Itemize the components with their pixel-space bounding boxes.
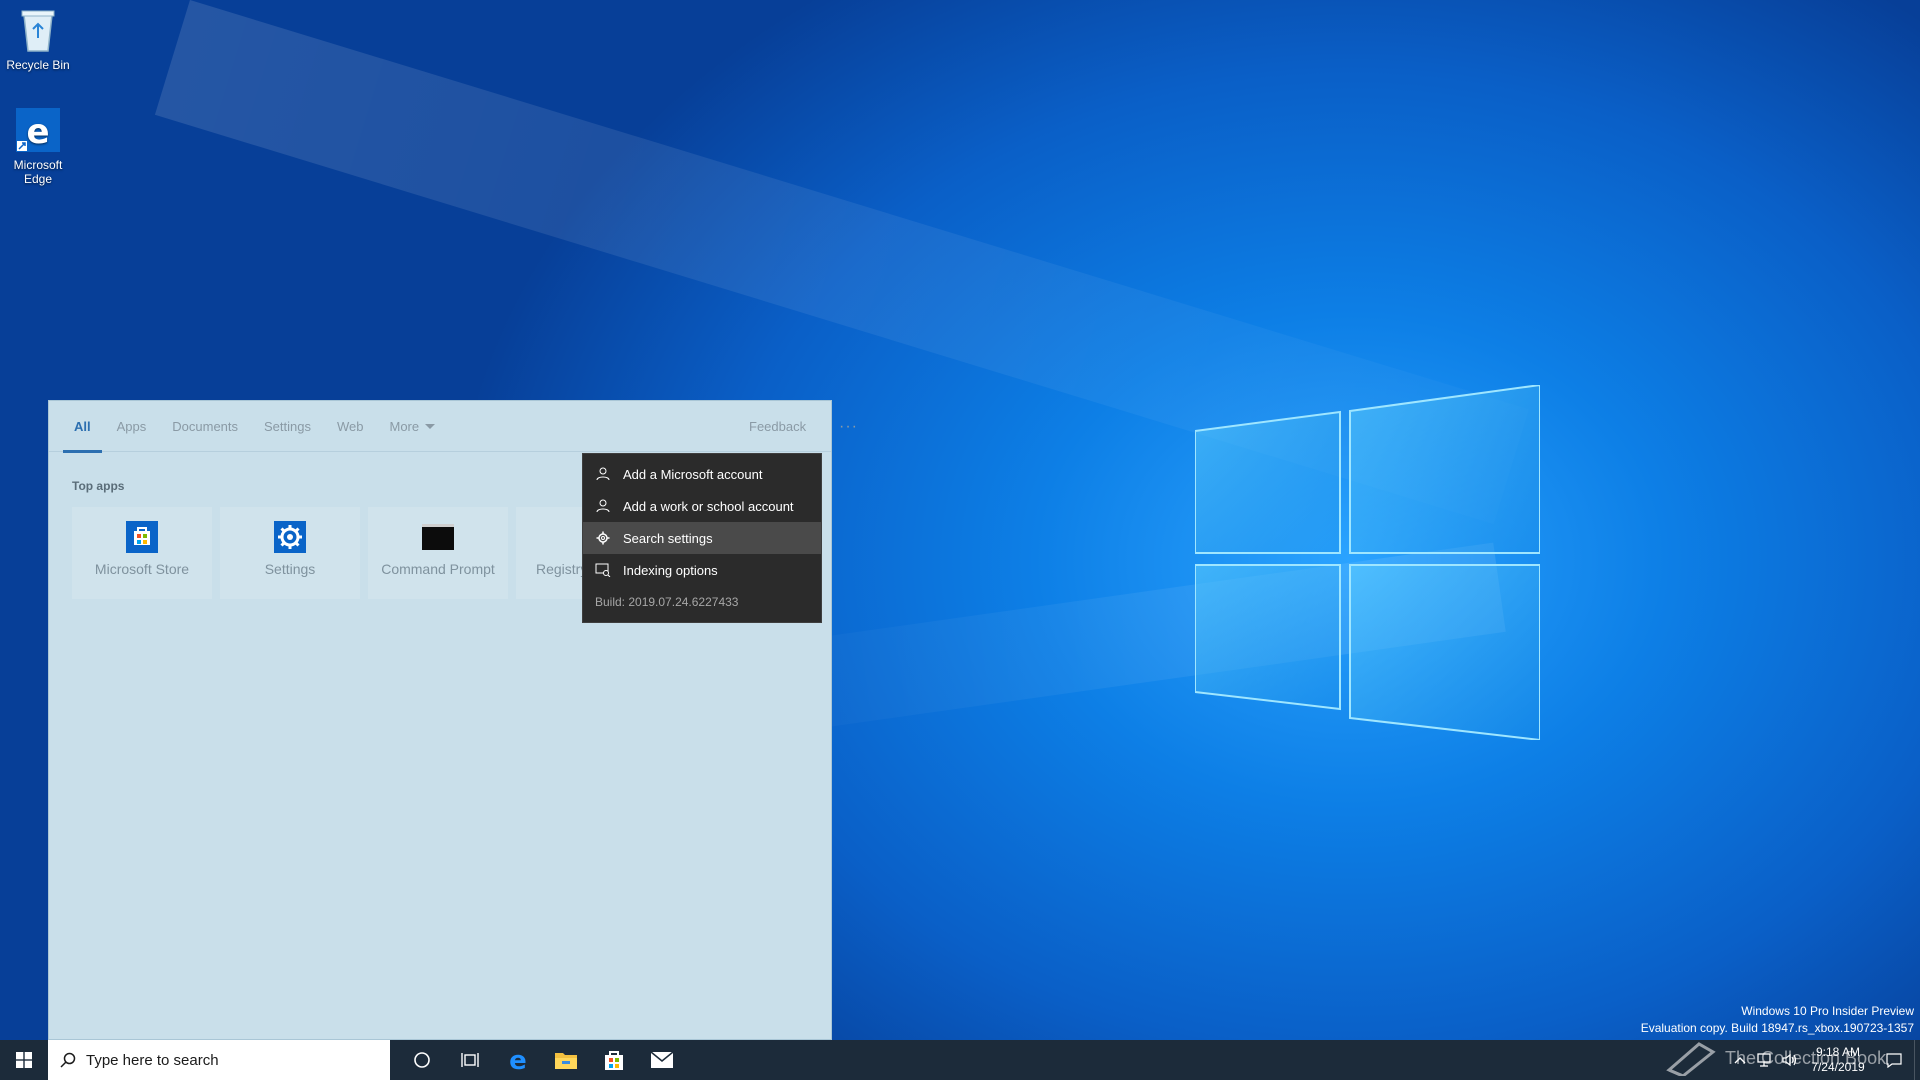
taskbar-file-explorer-button[interactable] [542, 1040, 590, 1080]
show-desktop-button[interactable] [1914, 1040, 1920, 1080]
windows-logo-wallpaper [1195, 385, 1540, 740]
watermark-edition: Windows 10 Pro Insider Preview [1741, 1004, 1914, 1018]
taskbar: Type here to search e The Collection Boo… [0, 1040, 1920, 1080]
menu-item-add-work-account[interactable]: Add a work or school account [583, 490, 821, 522]
watermark-build: Evaluation copy. Build 18947.rs_xbox.190… [1640, 1021, 1914, 1035]
tab-all[interactable]: All [61, 401, 104, 453]
more-options-icon[interactable]: ··· [839, 401, 858, 452]
network-icon [1757, 1053, 1771, 1067]
person-icon [595, 466, 611, 482]
person-icon [595, 498, 611, 514]
edge-icon: e [14, 106, 62, 154]
app-tile-command-prompt[interactable]: Command Prompt [368, 507, 508, 599]
recycle-bin-icon [14, 6, 62, 54]
app-tile-label: Microsoft Store [94, 561, 190, 577]
menu-item-label: Add a Microsoft account [623, 466, 763, 482]
app-tile-label: Settings [264, 561, 316, 577]
chevron-up-icon [1734, 1057, 1746, 1064]
volume-icon [1782, 1053, 1797, 1067]
file-explorer-icon [555, 1053, 577, 1069]
menu-item-search-settings[interactable]: Search settings [583, 522, 821, 554]
gear-icon [595, 530, 611, 546]
clock-date: 7/24/2019 [1811, 1060, 1865, 1074]
start-button[interactable] [0, 1040, 48, 1080]
desktop-icon-label: Recycle Bin [6, 58, 70, 72]
desktop-icon-label: Microsoft Edge [13, 158, 63, 186]
task-view-icon [461, 1053, 479, 1067]
tray-overflow-button[interactable] [1728, 1040, 1752, 1080]
top-apps-heading: Top apps [72, 479, 125, 493]
windows-start-icon [16, 1052, 32, 1068]
search-icon [60, 1052, 76, 1068]
menu-item-label: Add a work or school account [623, 498, 794, 514]
mail-icon [650, 1051, 674, 1068]
tab-settings[interactable]: Settings [251, 401, 324, 452]
notification-icon [1886, 1053, 1902, 1068]
search-placeholder: Type here to search [86, 1051, 219, 1069]
chevron-down-icon [425, 423, 436, 429]
menu-item-add-microsoft-account[interactable]: Add a Microsoft account [583, 458, 821, 490]
desktop-icon-microsoft-edge[interactable]: e Microsoft Edge [0, 106, 76, 186]
more-options-menu: Add a Microsoft account Add a work or sc… [582, 453, 822, 623]
build-version-text: Build: 2019.07.24.6227433 [595, 595, 739, 609]
tab-documents[interactable]: Documents [159, 401, 251, 452]
desktop-icon-recycle-bin[interactable]: Recycle Bin [0, 6, 76, 72]
indexing-icon [595, 562, 611, 578]
taskbar-clock[interactable]: 9:18 AM 7/24/2019 [1802, 1045, 1874, 1075]
feedback-link[interactable]: Feedback [749, 401, 806, 452]
system-tray: 9:18 AM 7/24/2019 [1728, 1040, 1920, 1080]
app-tile-label: Command Prompt [381, 561, 495, 577]
network-button[interactable] [1752, 1040, 1776, 1080]
store-icon [126, 521, 158, 553]
search-filter-tabs: All Apps Documents Settings Web More [49, 401, 831, 453]
app-tile-settings[interactable]: Settings [220, 507, 360, 599]
tab-more[interactable]: More [377, 401, 449, 452]
taskbar-search-box[interactable]: Type here to search [48, 1040, 390, 1080]
tab-web[interactable]: Web [324, 401, 377, 452]
svg-text:e: e [26, 112, 49, 152]
book-icon [1666, 1042, 1716, 1076]
taskbar-edge-button[interactable]: e [494, 1040, 542, 1080]
menu-item-label: Indexing options [623, 562, 718, 578]
taskbar-mail-button[interactable] [638, 1040, 686, 1080]
clock-time: 9:18 AM [1815, 1045, 1861, 1059]
taskbar-store-button[interactable] [590, 1040, 638, 1080]
store-icon [605, 1051, 623, 1070]
cortana-button[interactable] [398, 1040, 446, 1080]
cmd-icon [422, 521, 454, 553]
volume-button[interactable] [1776, 1040, 1802, 1080]
svg-text:e: e [509, 1048, 527, 1072]
menu-item-label: Search settings [623, 530, 713, 546]
app-tile-microsoft-store[interactable]: Microsoft Store [72, 507, 212, 599]
action-center-button[interactable] [1874, 1040, 1914, 1080]
tab-apps[interactable]: Apps [104, 401, 160, 452]
task-view-button[interactable] [446, 1040, 494, 1080]
edge-icon: e [509, 1048, 527, 1072]
gear-icon [274, 521, 306, 553]
cortana-icon [414, 1052, 430, 1068]
menu-item-indexing-options[interactable]: Indexing options [583, 554, 821, 586]
